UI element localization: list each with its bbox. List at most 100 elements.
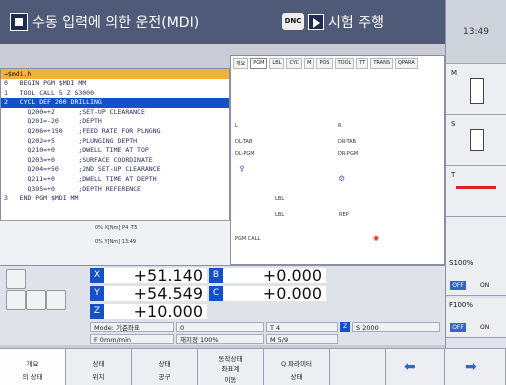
softkey-line1: 개요 bbox=[26, 360, 39, 368]
zero-field: 0 bbox=[176, 322, 264, 332]
wrench-icon: ⚙ bbox=[338, 174, 346, 183]
m-function-field: M 5/9 bbox=[266, 334, 338, 344]
program-line[interactable]: 3 END PGM $MDI MM bbox=[1, 194, 229, 204]
program-line[interactable]: Q211=+0 ;DWELL TIME AT DEPTH bbox=[1, 175, 229, 185]
m-key-label: M bbox=[451, 69, 458, 77]
softkey-coord-transform[interactable]: 동작상태 좌표계 이동 bbox=[198, 348, 264, 385]
b-axis-label: B bbox=[209, 268, 223, 283]
x-load: 0% X[Nm] P4 -T5 bbox=[95, 225, 138, 231]
status-tabs: 개요 PGM LBL CYC M POS TOOL TT TRANS QPARA bbox=[233, 58, 418, 69]
feed-off-toggle[interactable]: OFF bbox=[450, 323, 466, 332]
screen: 수동 입력에 의한 운전(MDI) DNC 시험 주행 13:49 M S T … bbox=[0, 0, 506, 385]
position-display: X +51.140 B +0.000 Y +54.549 C +0.000 Z … bbox=[0, 265, 445, 345]
softkey-position[interactable]: 상태 위치 bbox=[66, 348, 132, 385]
program-line[interactable]: 0 BEGIN PGM $MDI MM bbox=[1, 79, 229, 89]
softkey-line1: 동작상태 bbox=[218, 355, 243, 363]
tool-icon: ⚴ bbox=[239, 164, 245, 173]
program-line[interactable]: Q203=+0 ;SURFACE COORDINATE bbox=[1, 156, 229, 166]
program-line[interactable]: Q210=+0 ;DWELL TIME AT TOP bbox=[1, 146, 229, 156]
tool-length-label: L bbox=[235, 123, 238, 129]
softkey-q-parameter[interactable]: Q 파라미터 상태 bbox=[264, 348, 330, 385]
tab-cyc[interactable]: CYC bbox=[286, 58, 303, 69]
tab-overview[interactable]: 개요 bbox=[233, 58, 249, 69]
spindle-override-label: S100% bbox=[449, 259, 474, 267]
dl-pgm-label: DL-PGM bbox=[235, 151, 255, 157]
status-panel: 개요 PGM LBL CYC M POS TOOL TT TRANS QPARA… bbox=[230, 55, 445, 265]
softkey-page-forward[interactable]: ➡ bbox=[445, 348, 506, 385]
softkey-tool[interactable]: 상태 공구 bbox=[132, 348, 198, 385]
feed-override-label: F100% bbox=[449, 301, 474, 309]
tab-trans[interactable]: TRANS bbox=[370, 58, 393, 69]
feed-field: F 0mm/min bbox=[90, 334, 174, 344]
tab-tool[interactable]: TOOL bbox=[334, 58, 355, 69]
program-line[interactable]: Q200=+2 ;SET-UP CLEARANCE bbox=[1, 108, 229, 118]
y-axis-value: +54.549 bbox=[104, 286, 207, 302]
feed-on-label: ON bbox=[480, 324, 490, 331]
monitor-button[interactable] bbox=[6, 269, 26, 289]
softkey-line2: 좌표계 bbox=[221, 365, 240, 373]
tab-tt[interactable]: TT bbox=[356, 58, 369, 69]
softkey-line2: 위치 bbox=[92, 373, 105, 381]
softkey-overview[interactable]: 개요 의 상태 bbox=[0, 348, 66, 385]
clock: 13:49 bbox=[446, 0, 506, 64]
softkey-page-back[interactable]: ⬅ bbox=[386, 348, 445, 385]
programming-mode-label: 시험 주행 bbox=[328, 15, 384, 31]
z-axis-value: +10.000 bbox=[104, 304, 207, 320]
tool-key[interactable]: T bbox=[446, 166, 506, 217]
spindle-icon bbox=[470, 129, 484, 151]
softkey-line1: Q 파라미터 bbox=[280, 360, 313, 368]
arrow-left-icon: ⬅ bbox=[404, 359, 416, 375]
tab-qpara[interactable]: QPARA bbox=[395, 58, 418, 69]
load-info: 0% X[Nm] P4 -T5 0% Y[Nm] 13:49 bbox=[0, 220, 230, 265]
override-field: 재지정 100% bbox=[176, 334, 264, 344]
spindle-off-toggle[interactable]: OFF bbox=[450, 281, 466, 290]
header-bar: 수동 입력에 의한 운전(MDI) DNC 시험 주행 bbox=[0, 0, 445, 44]
tool-axis-badge: Z bbox=[340, 322, 350, 332]
blank-button-2[interactable] bbox=[26, 290, 46, 310]
y-axis-label: Y bbox=[90, 286, 104, 301]
b-axis-value: +0.000 bbox=[223, 268, 326, 284]
blank-button-3[interactable] bbox=[46, 290, 66, 310]
s-key-label: S bbox=[451, 120, 456, 128]
feed-override[interactable]: F100% OFF ON bbox=[446, 298, 506, 338]
pgm-call-label: PGM CALL bbox=[235, 236, 261, 242]
spindle-on-label: ON bbox=[480, 282, 490, 289]
spindle-override[interactable]: S100% OFF ON bbox=[446, 256, 506, 296]
spindle-key[interactable]: S bbox=[446, 115, 506, 166]
tool-change-icon bbox=[456, 186, 496, 189]
test-run-icon bbox=[308, 14, 324, 30]
program-line[interactable]: 1 TOOL CALL 5 Z S3000 bbox=[1, 89, 229, 99]
program-line[interactable]: Q202=+5 ;PLUNGING DEPTH bbox=[1, 137, 229, 147]
softkey-line1: 상태 bbox=[92, 360, 105, 368]
program-line[interactable]: Q206=+150 ;FEED RATE FOR PLNGNG bbox=[1, 127, 229, 137]
softkey-line2: 공구 bbox=[158, 373, 171, 381]
softkey-line1: 상태 bbox=[158, 360, 171, 368]
blank-button-1[interactable] bbox=[6, 290, 26, 310]
program-line[interactable]: Q204=+50 ;2ND SET-UP CLEARANCE bbox=[1, 165, 229, 175]
program-line-selected[interactable]: 2 CYCL DEF 200 DRILLING bbox=[1, 98, 229, 108]
dr-pgm-label: DR-PGM bbox=[338, 151, 359, 157]
machine-icon bbox=[470, 78, 484, 104]
tab-m[interactable]: M bbox=[304, 58, 315, 69]
program-line[interactable]: Q395=+0 ;DEPTH REFERENCE bbox=[1, 185, 229, 195]
dl-tab-label: DL-TAB bbox=[235, 139, 253, 145]
programming-mode: 시험 주행 bbox=[308, 10, 384, 34]
program-path: →$mdi.h bbox=[1, 69, 229, 79]
lbl-label: LBL bbox=[275, 196, 285, 202]
softkey-line3: 이동 bbox=[224, 376, 237, 384]
dnc-badge: DNC bbox=[282, 13, 304, 30]
softkey-line2: 상태 bbox=[290, 373, 303, 381]
tab-pgm[interactable]: PGM bbox=[250, 58, 268, 69]
operating-mode: 수동 입력에 의한 운전(MDI) bbox=[10, 10, 199, 34]
tool-radius-label: R bbox=[338, 123, 342, 129]
program-line[interactable]: Q201=-20 ;DEPTH bbox=[1, 117, 229, 127]
dr-tab-label: DR-TAB bbox=[338, 139, 356, 145]
softkey-blank[interactable] bbox=[330, 348, 386, 385]
target-icon: ◉ bbox=[373, 234, 380, 242]
m-function-key[interactable]: M bbox=[446, 64, 506, 115]
tab-lbl[interactable]: LBL bbox=[269, 58, 285, 69]
c-axis-label: C bbox=[209, 286, 223, 301]
tab-pos[interactable]: POS bbox=[316, 58, 333, 69]
x-axis-label: X bbox=[90, 268, 104, 283]
mode-field: Mode: 기준좌표 bbox=[90, 322, 174, 332]
